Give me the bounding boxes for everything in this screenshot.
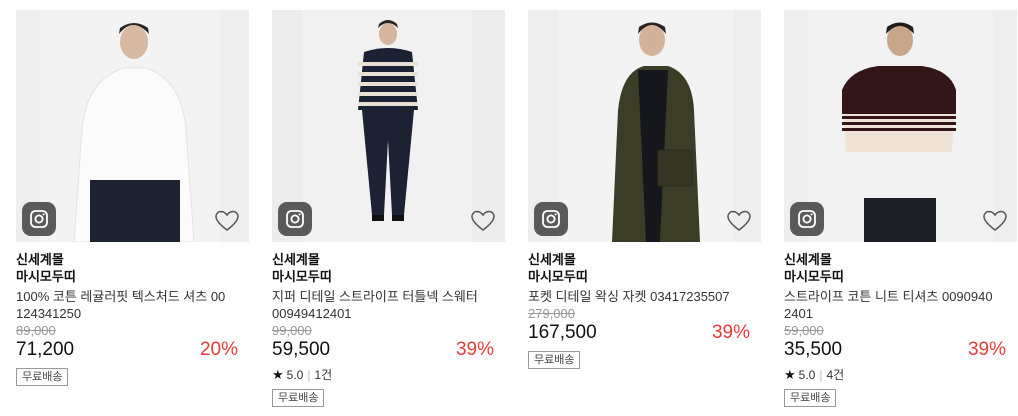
original-price: 59,000 xyxy=(784,323,824,338)
product-grid: 신세계몰 마시모두띠 100% 코튼 레귤러핏 텍스처드 셔츠 00124341… xyxy=(0,0,1018,416)
rating-separator: | xyxy=(307,368,311,382)
rating: ★ 5.0 | 1건 xyxy=(272,367,505,383)
rating-score: 5.0 xyxy=(286,368,304,382)
brand-name[interactable]: 마시모두띠 xyxy=(272,268,505,286)
free-shipping-badge: 무료배송 xyxy=(272,389,325,407)
product-name[interactable]: 100% 코튼 레귤러핏 텍스처드 셔츠 00124341250 xyxy=(16,288,226,322)
product-card[interactable]: 신세계몰 마시모두띠 100% 코튼 레귤러핏 텍스처드 셔츠 00124341… xyxy=(16,10,249,416)
store-name: 신세계몰 xyxy=(784,252,832,267)
product-card[interactable]: 신세계몰 마시모두띠 지퍼 디테일 스트라이프 터틀넥 스웨터 00949412… xyxy=(272,10,505,416)
instagram-icon[interactable] xyxy=(22,202,56,236)
free-shipping-badge: 무료배송 xyxy=(528,351,581,369)
product-name[interactable]: 스트라이프 코튼 니트 티셔츠 00909402401 xyxy=(784,288,994,322)
store-name: 신세계몰 xyxy=(528,252,576,267)
rating: ★ 5.0 | 4건 xyxy=(784,367,1017,383)
instagram-icon[interactable] xyxy=(278,202,312,236)
review-count[interactable]: 4건 xyxy=(826,367,844,383)
original-price: 279,000 xyxy=(528,306,575,321)
price-row: 59,500 39% xyxy=(272,338,494,362)
product-image[interactable] xyxy=(272,10,505,242)
heart-outline-icon[interactable] xyxy=(983,210,1007,232)
rating-separator: | xyxy=(819,368,823,382)
product-card[interactable]: 신세계몰 마시모두띠 포켓 디테일 왁싱 자켓 03417235507 279,… xyxy=(528,10,761,416)
discount-rate: 39% xyxy=(455,339,494,360)
free-shipping-badge: 무료배송 xyxy=(16,368,69,386)
original-price: 99,000 xyxy=(272,323,312,338)
heart-outline-icon[interactable] xyxy=(727,210,751,232)
brand-name[interactable]: 마시모두띠 xyxy=(16,268,249,286)
product-image[interactable] xyxy=(16,10,249,242)
rating-score: 5.0 xyxy=(798,368,816,382)
star-icon: ★ xyxy=(272,367,284,382)
review-count[interactable]: 1건 xyxy=(314,367,332,383)
brand-name[interactable]: 마시모두띠 xyxy=(784,268,1017,286)
sale-price: 71,200 xyxy=(16,339,75,360)
instagram-icon[interactable] xyxy=(534,202,568,236)
product-card[interactable]: 신세계몰 마시모두띠 스트라이프 코튼 니트 티셔츠 00909402401 5… xyxy=(784,10,1017,416)
discount-rate: 39% xyxy=(967,339,1006,360)
free-shipping-badge: 무료배송 xyxy=(784,389,837,407)
discount-rate: 20% xyxy=(199,339,238,360)
instagram-icon[interactable] xyxy=(790,202,824,236)
product-image[interactable] xyxy=(528,10,761,242)
price-row: 71,200 20% xyxy=(16,338,238,362)
sale-price: 35,500 xyxy=(784,339,843,360)
price-row: 35,500 39% xyxy=(784,338,1006,362)
product-image[interactable] xyxy=(784,10,1017,242)
price-row: 167,500 39% xyxy=(528,321,750,345)
product-name[interactable]: 포켓 디테일 왁싱 자켓 03417235507 xyxy=(528,288,738,305)
sale-price: 167,500 xyxy=(528,322,597,343)
heart-outline-icon[interactable] xyxy=(471,210,495,232)
heart-outline-icon[interactable] xyxy=(215,210,239,232)
store-name: 신세계몰 xyxy=(272,252,320,267)
star-icon: ★ xyxy=(784,367,796,382)
brand-name[interactable]: 마시모두띠 xyxy=(528,268,761,286)
sale-price: 59,500 xyxy=(272,339,331,360)
store-name: 신세계몰 xyxy=(16,252,64,267)
product-name[interactable]: 지퍼 디테일 스트라이프 터틀넥 스웨터 00949412401 xyxy=(272,288,482,322)
discount-rate: 39% xyxy=(711,322,750,343)
original-price: 89,000 xyxy=(16,323,56,338)
